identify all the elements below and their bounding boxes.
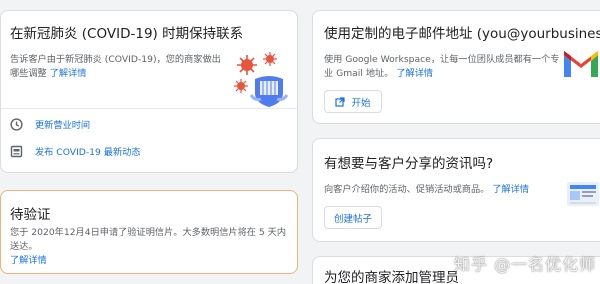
verification-learn-more-link[interactable]: 了解详情 bbox=[10, 255, 47, 266]
covid-card-desc: 告诉客户由于新冠肺炎 (COVID-19)，您的商家做出哪些调整 了解详情 bbox=[10, 53, 228, 81]
covid-card-title: 在新冠肺炎 (COVID-19) 时期保持联系 bbox=[10, 26, 244, 42]
verification-title: 待验证 bbox=[10, 207, 51, 223]
covid-card: 在新冠肺炎 (COVID-19) 时期保持联系 告诉客户由于新冠肺炎 (COVI… bbox=[0, 10, 298, 173]
zhihu-watermark: 知乎 @一名优化师 bbox=[454, 255, 597, 274]
share-info-desc-text: 向客户介绍你的活动、促销活动或商品。 bbox=[324, 184, 490, 195]
custom-email-desc-text: 使用 Google Workspace，让每一位团队成员都有一个专业 Gmail… bbox=[324, 54, 560, 79]
dashboard: 在新冠肺炎 (COVID-19) 时期保持联系 告诉客户由于新冠肺炎 (COVI… bbox=[0, 0, 600, 284]
virus-shield-illustration bbox=[234, 52, 289, 107]
share-info-title: 有想要与客户分享的资讯吗? bbox=[324, 156, 494, 172]
post-preview-icon bbox=[567, 182, 599, 206]
verification-card: 待验证 您于 2020年12月4日申请了验证明信片。大多数明信片将在 5 天内送… bbox=[0, 190, 298, 274]
verification-desc-text: 您于 2020年12月4日申请了验证明信片。大多数明信片将在 5 天内送达。 bbox=[10, 227, 287, 252]
covid-card-divider bbox=[1, 108, 297, 109]
verification-desc: 您于 2020年12月4日申请了验证明信片。大多数明信片将在 5 天内送达。 了… bbox=[10, 226, 290, 268]
post-update-row[interactable]: 发布 COVID-19 最新动态 bbox=[10, 144, 141, 158]
covid-card-desc-text: 告诉客户由于新冠肺炎 (COVID-19)，您的商家做出哪些调整 bbox=[10, 54, 221, 79]
post-update-link[interactable]: 发布 COVID-19 最新动态 bbox=[35, 144, 141, 158]
covid-learn-more-link[interactable]: 了解详情 bbox=[50, 68, 87, 79]
custom-email-learn-more-link[interactable]: 了解详情 bbox=[396, 68, 433, 79]
update-hours-link[interactable]: 更新营业时间 bbox=[35, 117, 90, 131]
post-icon bbox=[10, 145, 23, 157]
custom-email-card: 使用定制的电子邮件地址 (you@yourbusiness) 使用 Google… bbox=[312, 10, 600, 124]
create-post-button-label: 创建帖子 bbox=[333, 213, 372, 225]
update-hours-row[interactable]: 更新营业时间 bbox=[10, 117, 90, 131]
gmail-icon bbox=[564, 51, 598, 77]
clock-icon bbox=[10, 117, 23, 131]
start-button-label: 开始 bbox=[351, 97, 371, 109]
start-button[interactable]: 开始 bbox=[324, 90, 382, 113]
add-admin-title: 为您的商家添加管理员 bbox=[324, 270, 459, 284]
create-post-button[interactable]: 创建帖子 bbox=[324, 206, 382, 229]
custom-email-desc: 使用 Google Workspace，让每一位团队成员都有一个专业 Gmail… bbox=[324, 53, 560, 81]
share-info-desc: 向客户介绍你的活动、促销活动或商品。 了解详情 bbox=[324, 183, 564, 197]
share-info-learn-more-link[interactable]: 了解详情 bbox=[492, 184, 529, 195]
custom-email-title: 使用定制的电子邮件地址 (you@yourbusiness) bbox=[324, 26, 600, 42]
share-info-card: 有想要与客户分享的资讯吗? 向客户介绍你的活动、促销活动或商品。 了解详情 创建… bbox=[312, 138, 600, 242]
external-link-icon bbox=[335, 96, 346, 107]
shield-icon bbox=[249, 76, 289, 107]
